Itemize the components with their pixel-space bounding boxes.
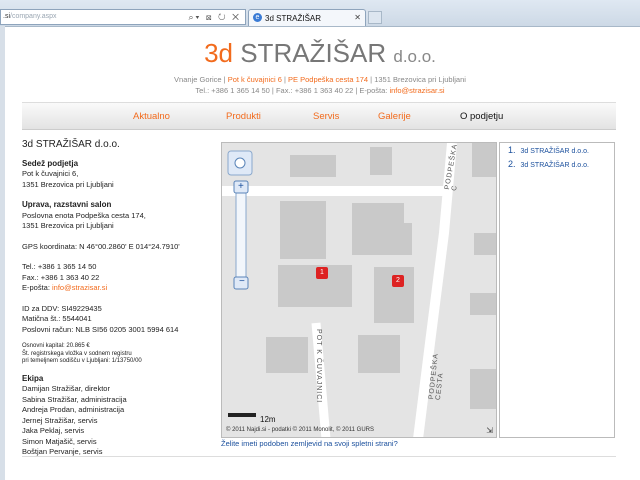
phone: Tel.: +386 1 365 14 50 [22,262,97,271]
map-scale: 12m [260,415,276,424]
capital-note: pri temeljnem sodišču v Ljubljani: 1/137… [22,358,142,364]
tab-title: 3d STRAŽIŠAR [265,14,322,23]
team-member: Damijan Stražišar, direktor [22,384,110,393]
hq-line: 1351 Brezovica pri Ljubljani [22,179,114,189]
hq-line: Pot k čuvajnici 6, [22,169,79,178]
vat-id: ID za DDV: SI49229435 [22,303,102,313]
email-line: E-pošta: info@strazisar.si [22,283,108,292]
street-label: POT K ČUVAJNICI [315,329,322,404]
capital-note: Osnovni kapital: 20.865 € [22,343,90,349]
nav-item-servis[interactable]: Servis [313,111,339,122]
salon-line: 1351 Brezovica pri Ljubljani [22,221,114,230]
address-icons[interactable]: ⌕▾ ⊠ ↻ ✕ [189,12,242,23]
hq-heading: Sedež podjetja [22,158,79,168]
team-member: Sabina Stražišar, administracija [22,394,127,404]
tab-close-icon[interactable]: ✕ [354,13,361,22]
map-marker-1[interactable]: 1 [316,267,328,279]
bank-account: Poslovni račun: NLB SI56 0205 3001 5994 … [22,324,179,334]
marker-label: 1 [320,269,324,276]
zoom-out-button[interactable]: − [239,276,245,287]
header-contact: Vnanje Gorice | Pot k čuvajnici 6 | PE P… [174,75,466,95]
team-member: Jernej Stražišar, servis [22,415,98,425]
location-item[interactable]: 2. 3d STRAŽIŠAR d.o.o. [508,159,589,169]
salon-line: Poslovna enota Podpeška cesta 174, [22,210,146,220]
fax: Fax.: +386 1 363 40 22 [22,272,100,282]
footer-divider [22,456,616,457]
zoom-in-button[interactable]: + [238,181,244,192]
nav-item-o-podjetju[interactable]: O podjetju [460,111,503,122]
resize-icon[interactable]: ⇲ [486,426,493,435]
email-link[interactable]: info@strazisar.si [52,283,107,292]
map-embed-link[interactable]: Želite imeti podoben zemljevid na svoji … [221,439,398,448]
logo-3d: 3d [204,38,233,68]
nav-item-aktualno[interactable]: Aktualno [133,111,170,122]
nav-item-galerije[interactable]: Galerije [378,111,411,122]
location-map[interactable]: + − PODPEŠKA C POT K ČUVAJNICI PODPEŠKA … [221,142,497,438]
logo-suffix: d.o.o. [393,47,436,66]
address-bar[interactable]: .si/company.aspx ⌕▾ ⊠ ↻ ✕ [0,9,246,25]
location-item[interactable]: 1. 3d STRAŽIŠAR d.o.o. [508,145,589,155]
map-marker-2[interactable]: 2 [392,275,404,287]
company-info: 3d STRAŽIŠAR d.o.o. Sedež podjetja Pot k… [22,139,217,458]
nav-item-produkti[interactable]: Produkti [226,111,261,122]
salon-heading: Uprava, razstavni salon [22,200,112,209]
team-heading: Ekipa [22,373,44,383]
team-member: Andreja Prodan, administracija [22,405,125,414]
site-logo[interactable]: 3d STRAŽIŠAR d.o.o. [0,38,640,69]
ie-icon: e [253,13,262,22]
team-member: Jaka Peklaj, servis [22,426,85,435]
new-tab-button[interactable] [368,11,382,24]
capital-note: Št. registrskega vložka v sodnem registr… [22,350,132,357]
main-nav: Aktualno Produkti Servis Galerije O podj… [22,102,616,130]
logo-name: STRAŽIŠAR [240,38,387,68]
location-list: 1. 3d STRAŽIŠAR d.o.o. 2. 3d STRAŽIŠAR d.o… [499,142,615,438]
header-email-link[interactable]: info@strazisar.si [389,86,444,95]
team-member: Simon Matjašič, servis [22,436,97,446]
browser-chrome: .si/company.aspx ⌕▾ ⊠ ↻ ✕ e 3d STRAŽIŠAR… [0,0,640,27]
company-name: 3d STRAŽIŠAR d.o.o. [22,139,120,150]
map-copyright: © 2011 Najdi.si - podatki © 2011 Monolit… [226,427,375,433]
browser-tab[interactable]: e 3d STRAŽIŠAR ✕ [248,9,366,26]
address-text: .si/company.aspx [3,13,57,20]
marker-label: 2 [396,277,400,284]
registration-number: Matična št.: 5544041 [22,314,92,323]
gps-coordinates: GPS koordinata: N 46°00.2860' E 014°24.7… [22,241,180,251]
